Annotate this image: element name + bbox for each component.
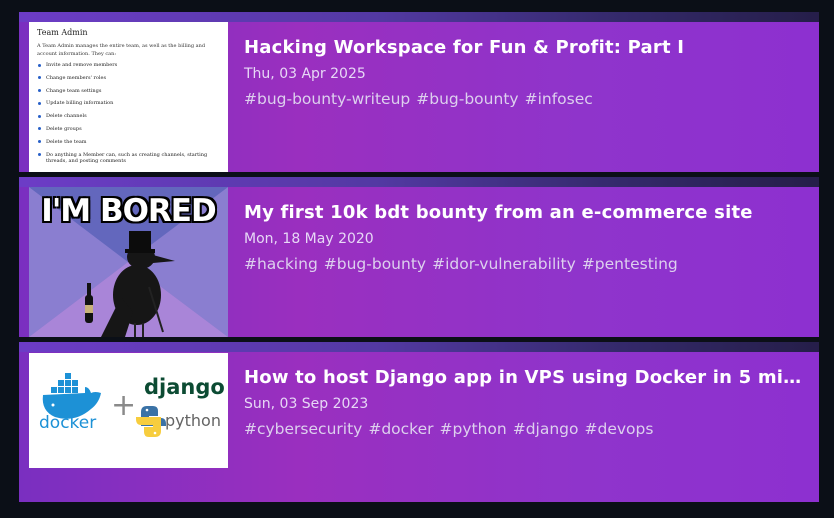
post-card[interactable]: I'M BORED My first 10k bdt bounty from a… bbox=[19, 177, 819, 337]
post-date: Mon, 18 May 2020 bbox=[244, 231, 374, 247]
post-title[interactable]: My first 10k bdt bounty from an e-commer… bbox=[244, 202, 803, 223]
meme-caption: I'M BORED bbox=[41, 193, 216, 229]
doc-list-item: Delete groups bbox=[37, 126, 220, 132]
post-tags: #bug-bounty-writeup #bug-bounty #infosec bbox=[244, 90, 803, 108]
post-tags: #hacking #bug-bounty #idor-vulnerability #p… bbox=[244, 255, 803, 273]
post-card[interactable]: docker + django python How to host Djang… bbox=[19, 342, 819, 502]
doc-list-item: Change team settings bbox=[37, 88, 220, 94]
tag-link[interactable]: #docker bbox=[368, 420, 433, 438]
tag-link[interactable]: #pentesting bbox=[582, 255, 678, 273]
doc-list-item: Delete channels bbox=[37, 113, 220, 119]
doc-permission-list: Invite and remove members Change members… bbox=[37, 62, 220, 164]
doc-description: A Team Admin manages the entire team, as… bbox=[37, 43, 206, 57]
post-thumbnail[interactable]: I'M BORED bbox=[29, 187, 228, 337]
post-card[interactable]: Team Admin A Team Admin manages the enti… bbox=[19, 12, 819, 172]
post-date: Sun, 03 Sep 2023 bbox=[244, 396, 369, 412]
tag-link[interactable]: #cybersecurity bbox=[244, 420, 362, 438]
post-info: Hacking Workspace for Fun & Profit: Part… bbox=[244, 22, 803, 108]
card-top-glow bbox=[19, 12, 819, 22]
post-info: My first 10k bdt bounty from an e-commer… bbox=[244, 187, 803, 273]
post-thumbnail[interactable]: docker + django python bbox=[29, 353, 228, 468]
docker-wordmark: docker bbox=[39, 413, 97, 433]
post-info: How to host Django app in VPS using Dock… bbox=[244, 352, 803, 438]
doc-list-item: Do anything a Member can, such as creati… bbox=[37, 152, 220, 164]
doc-heading: Team Admin bbox=[37, 28, 88, 37]
card-top-glow bbox=[19, 342, 819, 352]
tag-link[interactable]: #django bbox=[513, 420, 579, 438]
doc-list-item: Invite and remove members bbox=[37, 62, 220, 68]
post-title[interactable]: Hacking Workspace for Fun & Profit: Part… bbox=[244, 37, 803, 58]
tag-link[interactable]: #devops bbox=[585, 420, 654, 438]
tag-link[interactable]: #bug-bounty bbox=[324, 255, 426, 273]
post-thumbnail[interactable]: Team Admin A Team Admin manages the enti… bbox=[29, 22, 228, 172]
tag-link[interactable]: #idor-vulnerability bbox=[432, 255, 576, 273]
tag-link[interactable]: #hacking bbox=[244, 255, 318, 273]
post-list: Team Admin A Team Admin manages the enti… bbox=[19, 12, 819, 507]
django-wordmark: django bbox=[144, 375, 225, 399]
tag-link[interactable]: #python bbox=[440, 420, 507, 438]
tag-link[interactable]: #infosec bbox=[525, 90, 593, 108]
doc-list-item: Delete the team bbox=[37, 139, 220, 145]
document-screenshot: Team Admin A Team Admin manages the enti… bbox=[29, 22, 228, 172]
tag-link[interactable]: #bug-bounty-writeup bbox=[244, 90, 410, 108]
post-tags: #cybersecurity #docker #python #django #devo… bbox=[244, 420, 803, 438]
tag-link[interactable]: #bug-bounty bbox=[416, 90, 518, 108]
post-title[interactable]: How to host Django app in VPS using Dock… bbox=[244, 367, 803, 388]
python-wordmark: python bbox=[165, 411, 221, 430]
doc-list-item: Update billing information bbox=[37, 100, 220, 106]
doc-list-item: Change members' roles bbox=[37, 75, 220, 81]
card-top-glow bbox=[19, 177, 819, 187]
post-date: Thu, 03 Apr 2025 bbox=[244, 66, 366, 82]
plus-sign: + bbox=[111, 388, 137, 423]
